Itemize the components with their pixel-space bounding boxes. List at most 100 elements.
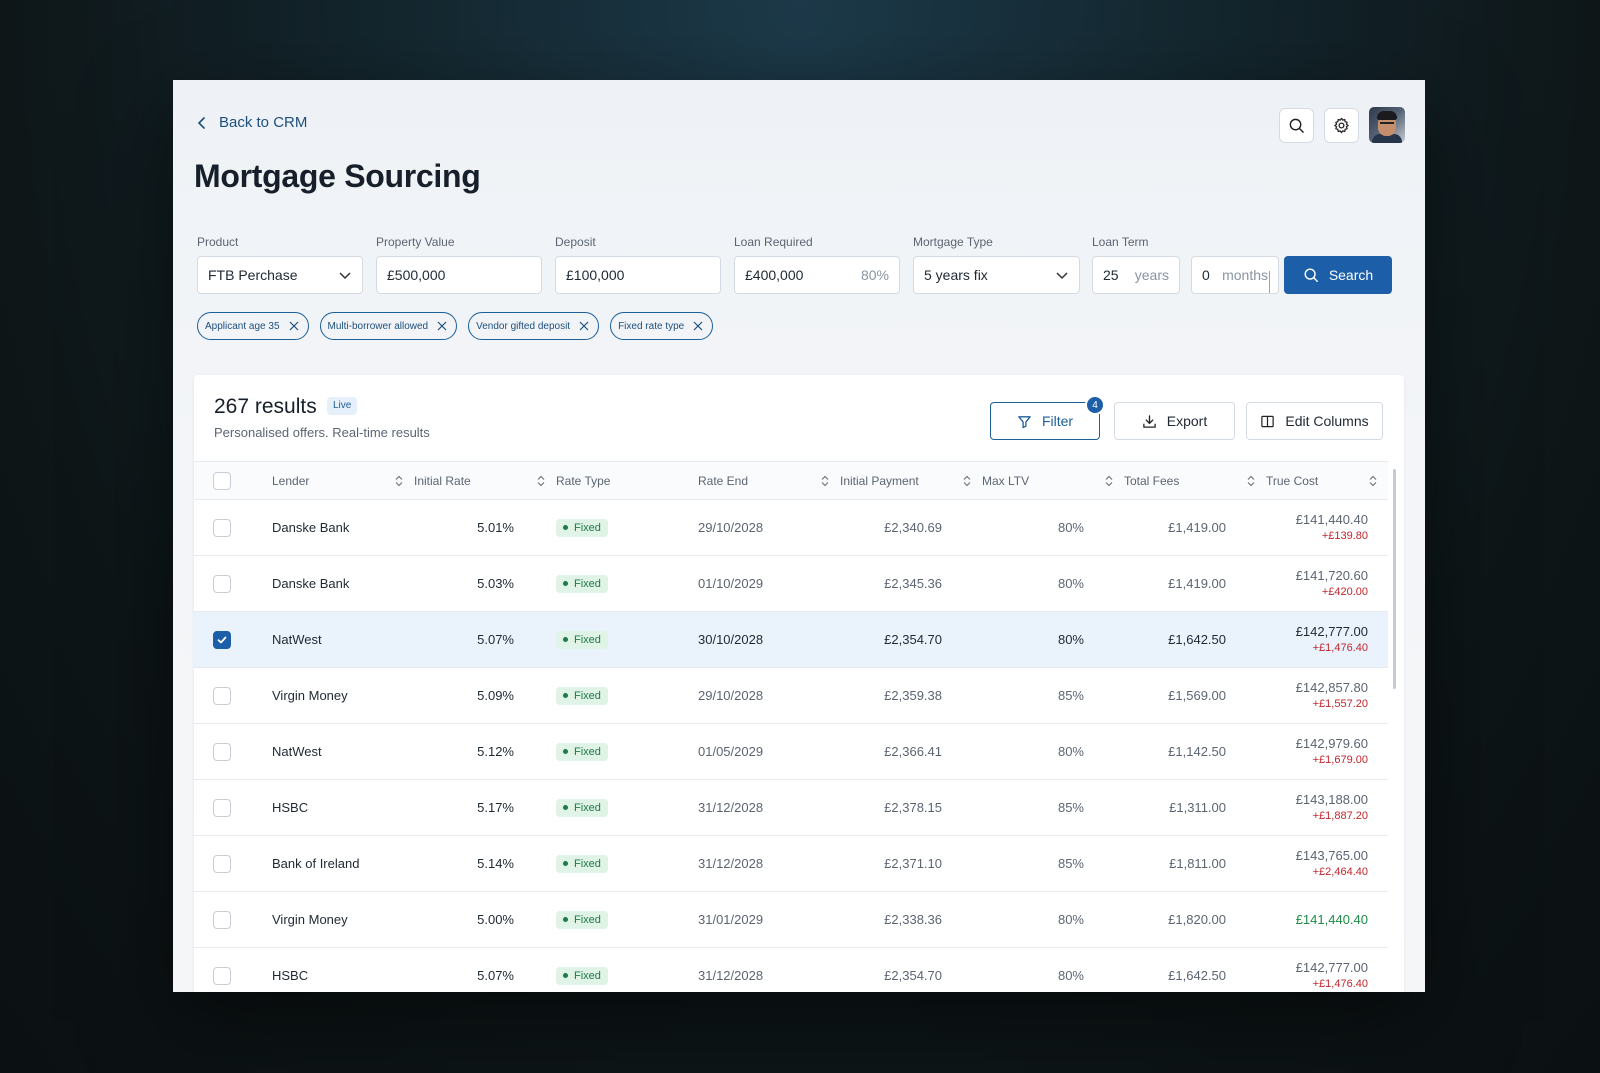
table-row[interactable]: Bank of Ireland 5.14% Fixed 31/12/2028 £2,37… [194,835,1388,892]
form-divider [1269,271,1270,293]
mortgage-type-select[interactable]: 5 years fix [913,256,1080,294]
sort-icon[interactable] [962,475,972,487]
loan-required-input[interactable]: £400,000 80% [734,256,900,294]
deposit-input[interactable]: £100,000 [555,256,721,294]
lender-cell: Virgin Money [272,667,414,724]
table-scrollbar[interactable] [1393,469,1396,689]
col-header-total-fees[interactable]: Total Fees [1124,461,1266,500]
select-all-checkbox[interactable] [213,471,231,490]
table-row[interactable]: Danske Bank 5.03% Fixed 01/10/2029 £2,345.36… [194,555,1388,612]
filter-chip[interactable]: Fixed rate type [610,312,714,340]
filter-button[interactable]: Filter 4 [990,395,1105,440]
global-search-button[interactable] [1279,107,1314,143]
loan-term-months-input[interactable]: 0 months [1191,256,1279,294]
table-row[interactable]: Virgin Money 5.09% Fixed 29/10/2028 £2,359.3… [194,667,1388,724]
table-row[interactable]: Virgin Money 5.00% Fixed 31/01/2029 £2,338.3… [194,891,1388,948]
top-actions [1279,107,1405,143]
filter-chip[interactable]: Vendor gifted deposit [468,312,600,340]
true-cost-value: £143,765.00 [1295,847,1368,863]
loan-required-value: £400,000 [745,267,804,283]
filter-chip[interactable]: Applicant age 35 [197,312,309,340]
col-header-true-cost[interactable]: True Cost [1266,461,1388,500]
close-icon[interactable] [579,321,589,331]
true-cost-value: £142,979.60 [1295,735,1368,751]
product-label: Product [197,235,239,249]
rate-type-label: Fixed [574,913,601,926]
property-value-value: £500,000 [387,267,446,283]
row-checkbox[interactable] [213,910,231,929]
results-table: Lender Initial Rate Rate Type Rate End I… [194,461,1388,992]
max-ltv-cell: 80% [982,611,1124,668]
true-cost-difference: +£420.00 [1321,585,1368,598]
initial-rate-cell: 5.12% [414,723,556,780]
true-cost-value: £142,777.00 [1295,623,1368,639]
loan-term-years-field: Loan Term 25 years [1092,235,1180,294]
edit-columns-button[interactable]: Edit Columns [1246,402,1383,440]
status-dot-icon [563,805,568,811]
sort-icon[interactable] [1368,475,1378,487]
filter-icon [1018,415,1031,428]
close-icon[interactable] [437,321,447,331]
sort-icon[interactable] [820,475,830,487]
sort-icon[interactable] [394,475,404,487]
true-cost-cell: £141,440.40 [1266,891,1388,948]
lender-cell: Virgin Money [272,891,414,948]
user-avatar[interactable] [1369,107,1405,143]
results-subtitle: Personalised offers. Real-time results [214,425,430,440]
table-header-row: Lender Initial Rate Rate Type Rate End I… [194,461,1388,500]
loan-term-years-input[interactable]: 25 years [1092,256,1180,294]
export-button[interactable]: Export [1114,402,1235,440]
table-row[interactable]: NatWest 5.12% Fixed 01/05/2029 £2,366.41 80% £… [194,723,1388,780]
col-header-lender[interactable]: Lender [272,461,414,500]
property-value-input[interactable]: £500,000 [376,256,542,294]
filter-button-label: Filter [1041,413,1074,429]
months-unit: months [1222,267,1268,283]
row-checkbox[interactable] [213,966,231,985]
initial-rate-cell: 5.07% [414,947,556,992]
status-dot-icon [563,581,568,587]
table-row[interactable]: HSBC 5.17% Fixed 31/12/2028 £2,378.15 85% £1,3… [194,779,1388,836]
close-icon[interactable] [289,321,299,331]
table-row[interactable]: NatWest 5.07% Fixed 30/10/2028 £2,354.70 80% £… [194,611,1388,668]
rate-type-label: Fixed [574,521,601,534]
sort-icon[interactable] [1246,475,1256,487]
col-header-rate-end[interactable]: Rate End [698,461,840,500]
rate-type-cell: Fixed [556,611,698,668]
true-cost-difference: +£1,476.40 [1312,641,1368,654]
row-checkbox[interactable] [213,574,231,593]
rate-type-badge: Fixed [556,854,608,873]
settings-button[interactable] [1324,107,1359,143]
initial-rate-cell: 5.01% [414,499,556,556]
sort-icon[interactable] [536,475,546,487]
rate-type-badge: Fixed [556,742,608,761]
product-select[interactable]: FTB Perchase [197,256,363,294]
rate-type-label: Fixed [574,745,601,758]
chip-label: Applicant age 35 [205,320,280,332]
true-cost-difference: +£1,476.40 [1312,977,1368,990]
back-to-crm-link[interactable]: Back to CRM [195,114,307,131]
close-icon[interactable] [693,321,703,331]
true-cost-difference: +£2,464.40 [1312,865,1368,878]
row-checkbox[interactable] [213,686,231,705]
col-header-initial-rate[interactable]: Initial Rate [414,461,556,500]
loan-term-months-value: 0 [1202,267,1210,283]
col-header-max-ltv[interactable]: Max LTV [982,461,1124,500]
live-badge: Live [327,397,358,415]
row-checkbox[interactable] [213,742,231,761]
row-checkbox[interactable] [213,630,231,649]
row-select-cell [194,723,272,780]
initial-rate-cell: 5.17% [414,779,556,836]
row-checkbox[interactable] [213,798,231,817]
row-checkbox[interactable] [213,854,231,873]
search-button[interactable]: Search [1284,256,1392,294]
col-header-initial-payment[interactable]: Initial Payment [840,461,982,500]
chip-label: Multi-borrower allowed [327,320,429,332]
chevron-down-icon [1056,272,1068,280]
table-row[interactable]: HSBC 5.07% Fixed 31/12/2028 £2,354.70 80% £1,6… [194,947,1388,992]
row-checkbox[interactable] [213,518,231,537]
table-row[interactable]: Danske Bank 5.01% Fixed 29/10/2028 £2,340.69… [194,499,1388,556]
filter-chip[interactable]: Multi-borrower allowed [319,312,458,340]
loan-term-years-value: 25 [1103,267,1119,283]
initial-payment-cell: £2,354.70 [840,611,982,668]
sort-icon[interactable] [1104,475,1114,487]
